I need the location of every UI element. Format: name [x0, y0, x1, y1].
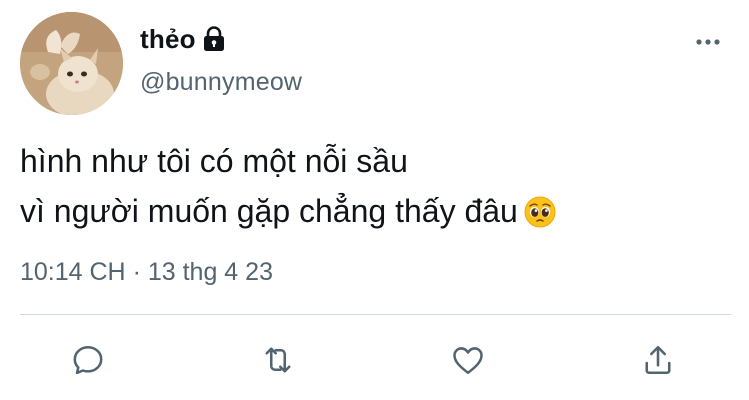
like-button[interactable] — [448, 340, 488, 380]
reply-icon — [73, 345, 103, 375]
lock-icon — [202, 26, 226, 52]
reply-button[interactable] — [68, 340, 108, 380]
tweet-line-2-text: vì người muốn gặp chẳng thấy đâu — [20, 193, 518, 229]
author-handle[interactable]: @bunnymeow — [140, 68, 302, 97]
pleading-face-emoji-icon — [524, 192, 556, 228]
display-name[interactable]: thẻo — [140, 24, 196, 55]
tweet-time: 10:14 CH — [20, 258, 126, 286]
tweet-card: thẻo @bunnymeow hình như tôi có một nỗi … — [0, 0, 749, 400]
meta-separator: · — [132, 258, 141, 286]
tweet-text: hình như tôi có một nỗi sầu vì người muố… — [20, 136, 720, 236]
like-icon — [453, 347, 483, 375]
tweet-actions-bar — [0, 340, 749, 384]
more-options-icon[interactable] — [695, 34, 721, 50]
kitten-avatar-image — [20, 12, 123, 115]
author-name-row: thẻo — [140, 22, 226, 56]
tweet-date: 13 thg 4 23 — [147, 258, 273, 286]
tweet-line-1: hình như tôi có một nỗi sầu — [20, 143, 408, 179]
retweet-button[interactable] — [258, 340, 298, 380]
divider — [20, 314, 731, 315]
tweet-timestamp[interactable]: 10:14 CH · 13 thg 4 23 — [20, 258, 273, 287]
share-icon — [645, 345, 671, 375]
avatar[interactable] — [20, 12, 123, 115]
share-button[interactable] — [638, 340, 678, 380]
retweet-icon — [265, 347, 291, 373]
tweet-line-2: vì người muốn gặp chẳng thấy đâu — [20, 186, 720, 236]
